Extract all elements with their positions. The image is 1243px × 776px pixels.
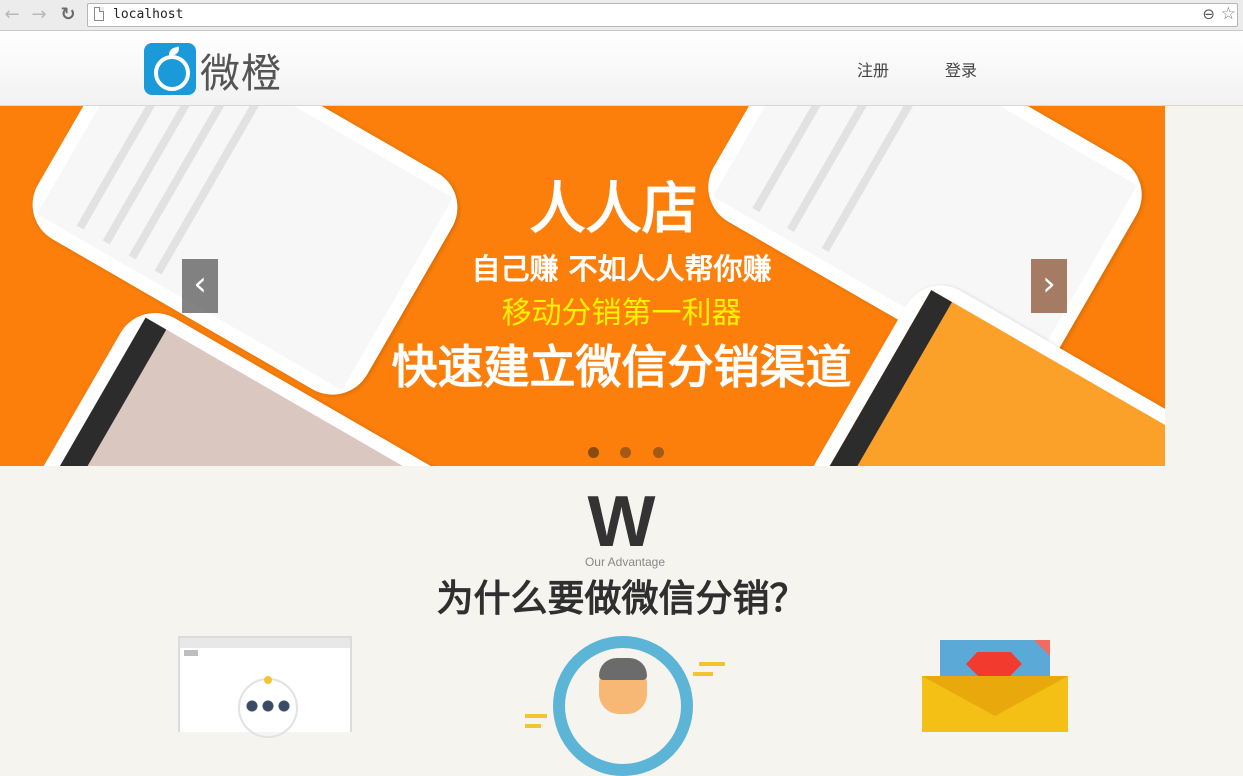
network-node: [264, 676, 272, 684]
people-group: [242, 696, 294, 736]
banner-carousel: 人人店 自己赚 不如人人帮你赚 移动分销第一利器 快速建立微信分销渠道 ‹ ›: [0, 106, 1243, 466]
star-icon[interactable]: ☆: [1221, 4, 1236, 24]
browser-toolbar: ← → ↻ localhost ⊖ ☆: [0, 0, 1243, 31]
superman-envelope-icon: [922, 636, 1068, 732]
section-subtitle: Our Advantage: [584, 555, 666, 569]
browser-bar: [180, 638, 350, 648]
section-big-letter: W: [587, 482, 656, 562]
url-text[interactable]: localhost: [113, 7, 183, 22]
browser-tab: [184, 650, 198, 656]
reload-icon[interactable]: ↻: [58, 5, 78, 25]
banner-headline: 人人店: [529, 177, 698, 242]
chevron-left-icon: ‹: [193, 264, 207, 304]
carousel-dot[interactable]: [620, 447, 632, 458]
network-people-icon: [178, 636, 352, 738]
accent-line: [525, 714, 547, 718]
document-icon: [94, 7, 104, 21]
person-hair: [599, 658, 647, 680]
logo-leaf: [167, 46, 181, 57]
carousel-prev-button[interactable]: ‹: [182, 259, 218, 313]
carousel-next-button[interactable]: ›: [1031, 259, 1067, 313]
logo-text[interactable]: 微橙: [200, 41, 282, 99]
advantage-section: W Our Advantage 为什么要做微信分销？: [0, 466, 1243, 776]
address-bar[interactable]: localhost ⊖ ☆: [87, 3, 1238, 27]
section-title: 为什么要做微信分销？: [436, 577, 807, 620]
envelope-fold: [922, 676, 1068, 716]
carousel-indicators: [588, 445, 681, 463]
carousel-dot[interactable]: [652, 447, 664, 458]
zoom-out-icon[interactable]: ⊖: [1202, 5, 1215, 23]
chevron-right-icon: ›: [1042, 264, 1056, 304]
logo-ring: [154, 55, 190, 91]
login-link[interactable]: 登录: [945, 57, 977, 81]
back-arrow-icon[interactable]: ←: [2, 5, 22, 25]
accent-line: [693, 672, 713, 676]
letter-corner: [1034, 640, 1050, 656]
accent-line: [699, 662, 725, 666]
forward-arrow-icon[interactable]: →: [29, 5, 49, 25]
register-link[interactable]: 注册: [857, 57, 889, 81]
accent-line: [525, 724, 541, 728]
carousel-dot[interactable]: [588, 447, 599, 458]
customer-cycle-icon: [525, 636, 725, 776]
banner-slogan: 快速建立微信分销渠道: [391, 340, 852, 394]
site-header: 微橙 注册 登录: [0, 31, 1243, 106]
orange-logo-icon[interactable]: [144, 43, 196, 95]
